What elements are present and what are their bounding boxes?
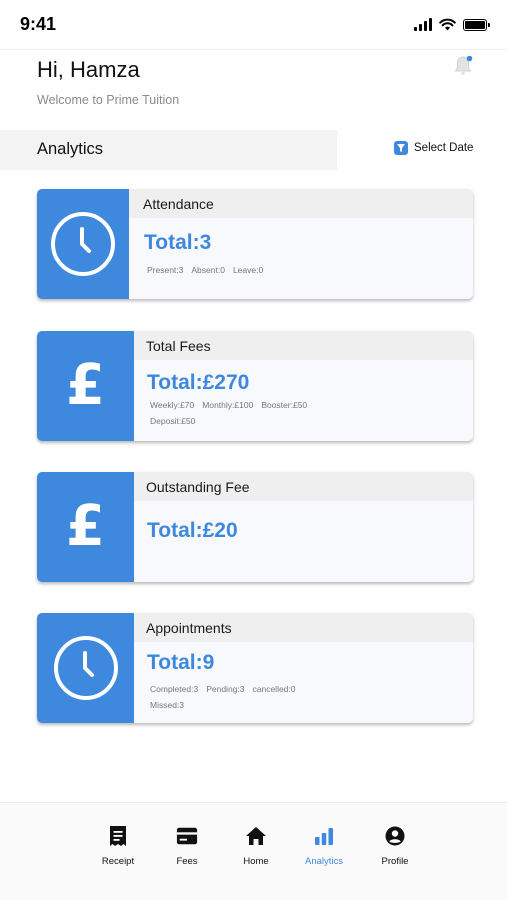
nav-item-home[interactable]: Home <box>226 825 286 867</box>
bottom-nav: Receipt Fees Home Analytics Profile <box>0 802 507 900</box>
notification-bell-icon[interactable] <box>451 54 475 78</box>
analytics-header: Analytics <box>0 130 337 170</box>
detail-present: Present:3 <box>147 265 184 275</box>
detail-monthly: Monthly:£100 <box>202 400 254 410</box>
status-icons <box>414 18 490 31</box>
nav-label: Receipt <box>101 856 135 867</box>
card-details: Completed:3 Pending:3 cancelled:0 Missed:3 <box>150 682 304 713</box>
wifi-icon <box>439 18 456 31</box>
card-details: Weekly:£70 Monthly:£100 Booster:£50 Deposi… <box>150 398 315 429</box>
card-header: Attendance <box>129 189 473 218</box>
card-total: Total:£20 <box>147 519 238 542</box>
clock-icon <box>53 636 118 700</box>
battery-icon <box>463 18 490 31</box>
appointments-icon-box <box>37 613 134 723</box>
detail-completed: Completed:3 <box>150 684 199 694</box>
greeting-title: Hi, Hamza <box>37 57 140 82</box>
attendance-card[interactable]: Attendance Total:3 Present:3 Absent:0 Leav… <box>37 189 473 299</box>
pound-icon: £ <box>66 353 105 418</box>
card-icon <box>176 825 198 847</box>
notification-dot <box>466 55 473 62</box>
nav-label: Analytics <box>304 856 343 867</box>
attendance-icon-box <box>37 189 129 299</box>
home-icon <box>245 825 267 847</box>
profile-icon <box>384 825 406 847</box>
status-time: 9:41 <box>20 14 57 34</box>
card-title: Total Fees <box>146 338 211 354</box>
card-header: Outstanding Fee <box>134 472 473 501</box>
card-title: Outstanding Fee <box>146 479 250 495</box>
nav-item-receipt[interactable]: Receipt <box>88 825 148 867</box>
detail-pending: Pending:3 <box>206 684 245 694</box>
card-header: Appointments <box>134 613 473 642</box>
detail-missed: Missed:3 <box>150 699 185 710</box>
appointments-card[interactable]: Appointments Total:9 Completed:3 Pending:… <box>37 613 473 723</box>
detail-leave: Leave:0 <box>232 265 264 275</box>
select-date-button[interactable]: Select Date <box>394 141 473 155</box>
filter-icon <box>394 141 408 155</box>
nav-item-analytics[interactable]: Analytics <box>294 825 354 867</box>
nav-item-profile[interactable]: Profile <box>365 825 425 867</box>
signal-icon <box>414 18 432 31</box>
detail-deposit: Deposit:£50 <box>150 415 196 426</box>
status-bar: 9:41 <box>0 0 507 50</box>
total-fees-card[interactable]: £ Total Fees Total:£270 Weekly:£70 Monthl… <box>37 331 473 441</box>
card-total: Total:3 <box>144 231 212 254</box>
nav-label: Fees <box>176 856 198 867</box>
card-total: Total:£270 <box>147 371 250 394</box>
nav-label: Profile <box>381 856 409 867</box>
detail-absent: Absent:0 <box>191 265 225 275</box>
detail-cancelled: cancelled:0 <box>252 684 296 694</box>
total-fees-icon-box: £ <box>37 331 134 441</box>
outstanding-fee-card[interactable]: £ Outstanding Fee Total:£20 <box>37 472 473 582</box>
analytics-title: Analytics <box>37 140 104 158</box>
nav-item-fees[interactable]: Fees <box>157 825 217 867</box>
card-header: Total Fees <box>134 331 473 360</box>
detail-weekly: Weekly:£70 <box>150 400 195 410</box>
pound-icon: £ <box>66 494 105 559</box>
receipt-icon <box>107 825 129 847</box>
welcome-subtitle: Welcome to Prime Tuition <box>37 93 180 107</box>
outstanding-fee-icon-box: £ <box>37 472 134 582</box>
bar-chart-icon <box>313 825 335 847</box>
clock-icon <box>51 212 115 276</box>
select-date-label: Select Date <box>414 142 474 154</box>
detail-booster: Booster:£50 <box>261 400 308 410</box>
card-title: Appointments <box>146 620 232 636</box>
card-total: Total:9 <box>147 651 215 674</box>
nav-label: Home <box>243 856 269 867</box>
card-title: Attendance <box>143 196 214 212</box>
card-details: Present:3 Absent:0 Leave:0 <box>147 263 271 279</box>
